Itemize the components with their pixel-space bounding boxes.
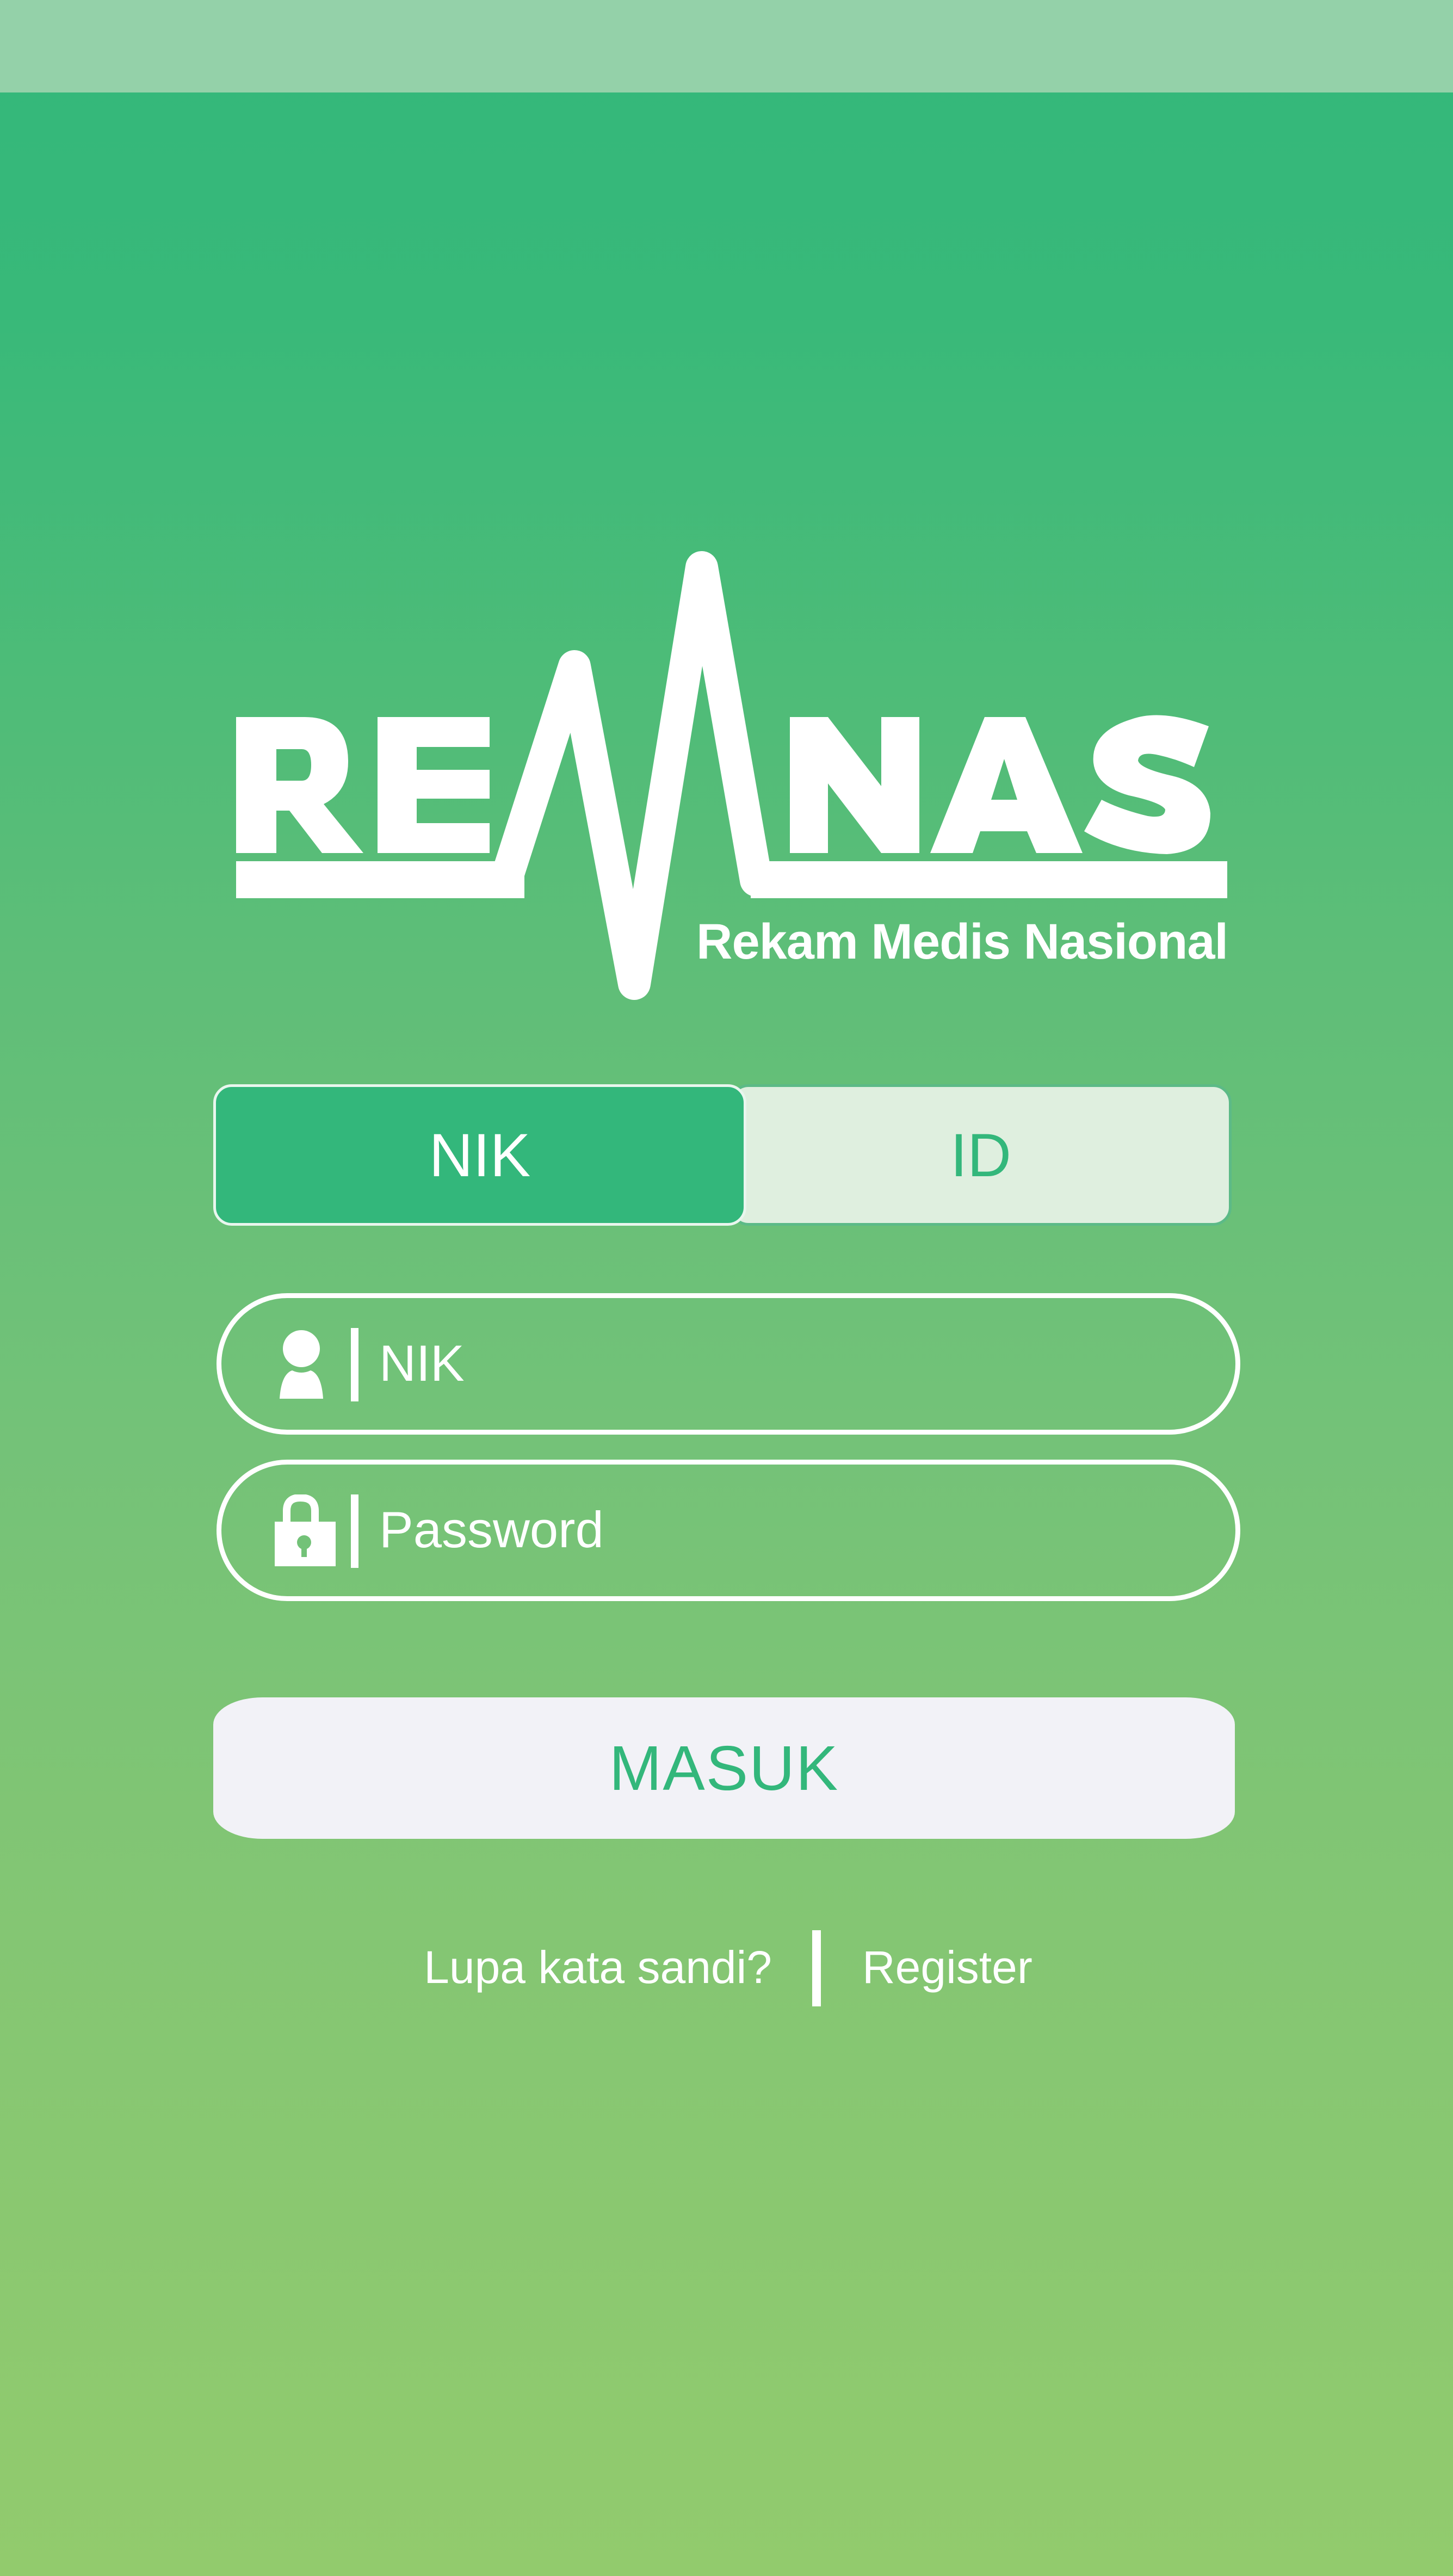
nik-field-divider xyxy=(351,1328,358,1401)
password-field-divider xyxy=(351,1494,358,1568)
user-icon xyxy=(280,1330,323,1399)
tab-nik[interactable]: NIK xyxy=(213,1084,746,1226)
logo-underline-left xyxy=(236,861,524,898)
logo-letter-e xyxy=(378,717,490,853)
login-type-tabs: ID NIK xyxy=(213,1084,1232,1226)
password-field xyxy=(217,1460,1240,1601)
tab-id[interactable]: ID xyxy=(730,1084,1232,1226)
password-input[interactable] xyxy=(379,1486,1168,1573)
logo-letter-r xyxy=(236,717,363,853)
logo-tagline: Rekam Medis Nasional xyxy=(696,914,1228,969)
nik-field xyxy=(217,1293,1240,1435)
logo-underline-right xyxy=(751,861,1227,898)
lock-icon xyxy=(275,1494,336,1566)
logo-letter-a xyxy=(930,717,1083,853)
register-link[interactable]: Register xyxy=(862,1941,1032,1994)
remnas-logo xyxy=(236,551,1227,1000)
forgot-password-link[interactable]: Lupa kata sandi? xyxy=(424,1941,772,1994)
nik-input[interactable] xyxy=(379,1320,1168,1407)
masuk-button[interactable]: MASUK xyxy=(213,1697,1235,1839)
footer-links: Lupa kata sandi? Register xyxy=(0,1930,1453,2006)
logo-letter-s xyxy=(1084,715,1210,854)
footer-divider xyxy=(812,1930,821,2006)
logo-letter-n xyxy=(790,717,919,853)
